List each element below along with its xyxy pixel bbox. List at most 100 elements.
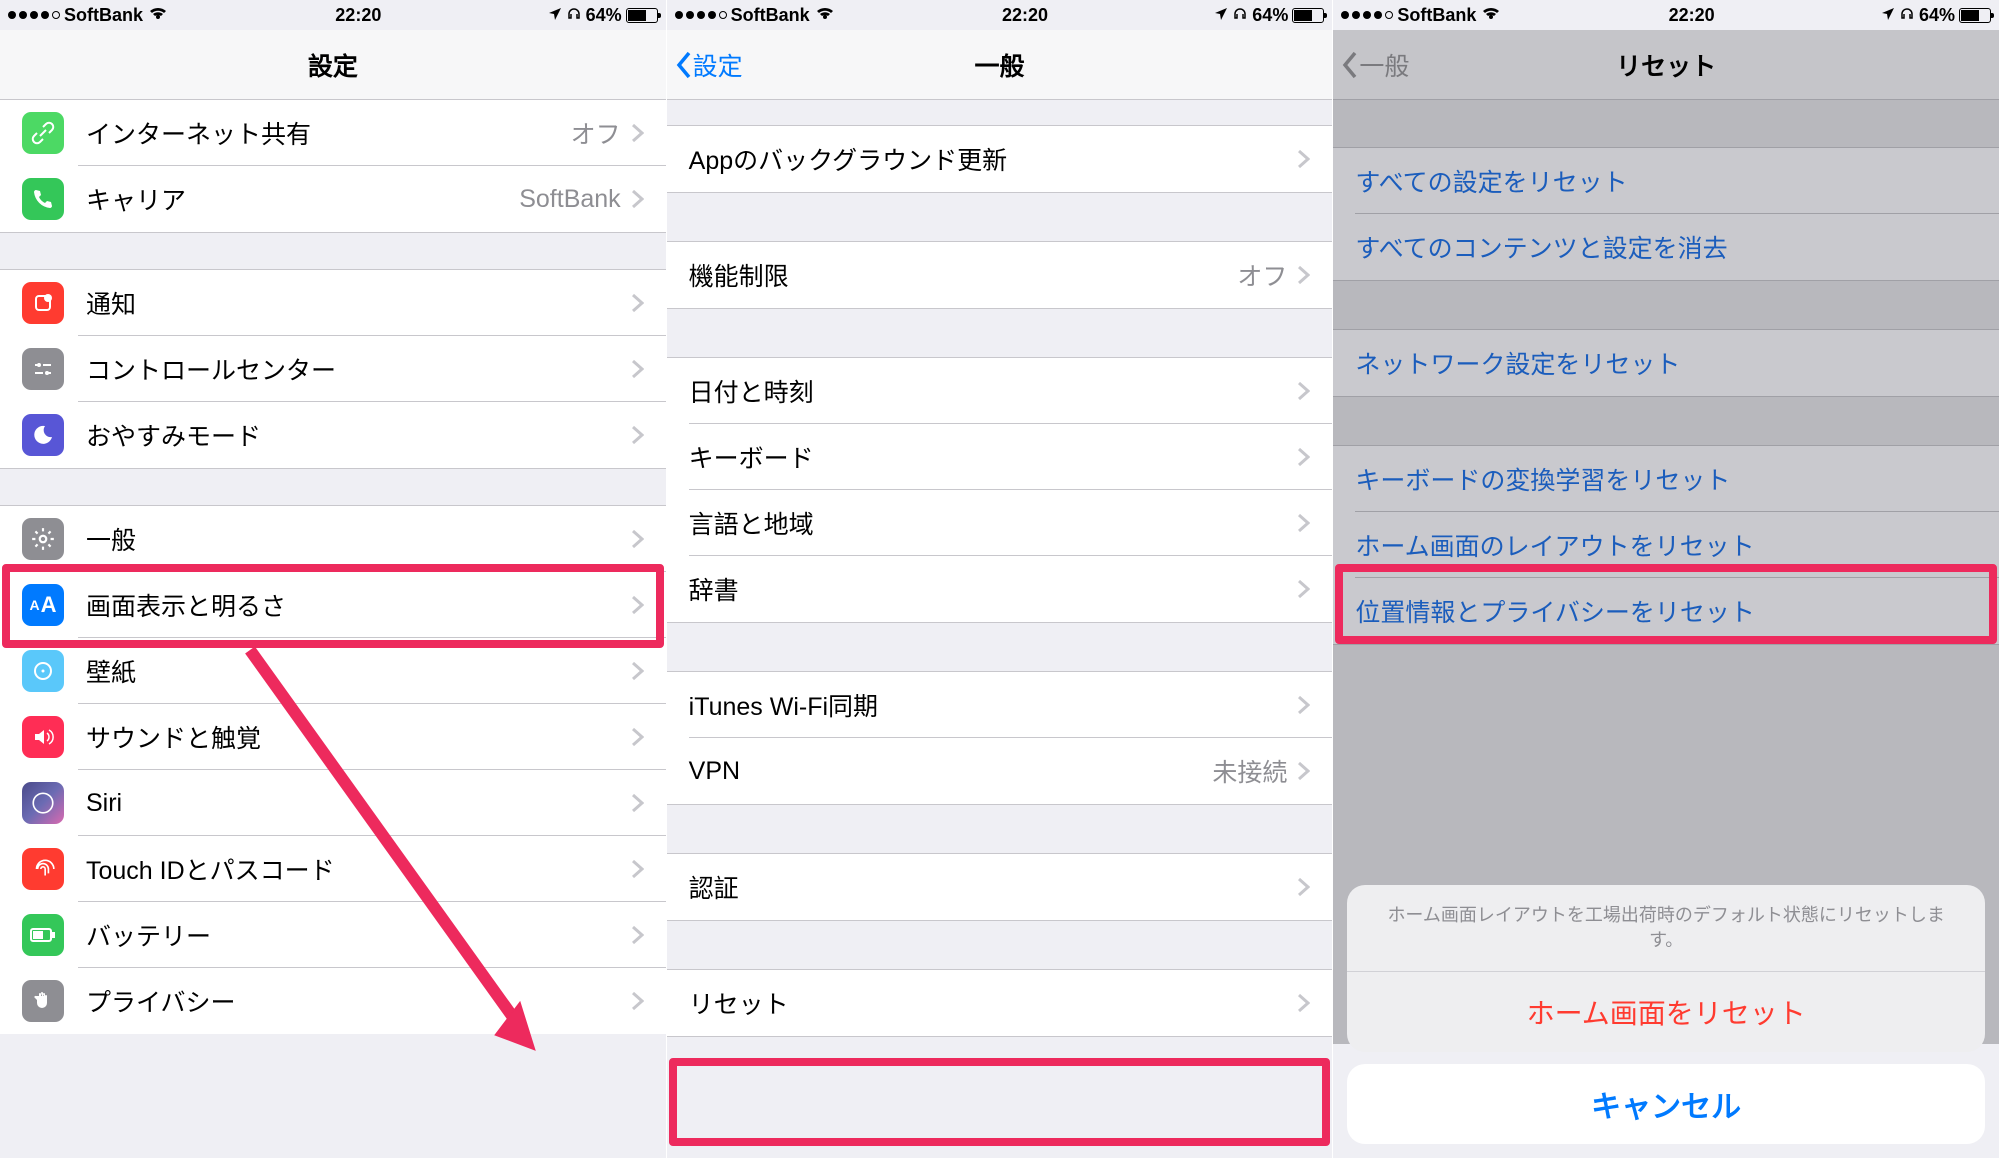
speaker-icon: [22, 716, 64, 758]
row-sounds[interactable]: サウンドと触覚: [0, 704, 666, 770]
chevron-right-icon: [1297, 877, 1310, 897]
row-reset-home-layout[interactable]: ホーム画面のレイアウトをリセット: [1333, 512, 1999, 578]
gear-icon: [22, 518, 64, 560]
moon-icon: [22, 414, 64, 456]
row-dictionary[interactable]: 辞書: [667, 556, 1333, 622]
row-do-not-disturb[interactable]: おやすみモード: [0, 402, 666, 468]
row-internet-sharing[interactable]: インターネット共有 オフ: [0, 100, 666, 166]
battery-icon: [1959, 8, 1991, 23]
row-label: すべての設定をリセット: [1355, 163, 1627, 199]
clock-label: 22:20: [1002, 5, 1048, 26]
wifi-icon: [1480, 5, 1502, 26]
nav-bar: 一般 リセット: [1333, 30, 1999, 100]
row-certificates[interactable]: 認証: [667, 854, 1333, 920]
row-label: 言語と地域: [689, 505, 814, 541]
row-label: 日付と時刻: [689, 373, 814, 409]
chevron-right-icon: [631, 425, 644, 445]
row-vpn[interactable]: VPN 未接続: [667, 738, 1333, 804]
clock-label: 22:20: [335, 5, 381, 26]
row-wallpaper[interactable]: 壁紙: [0, 638, 666, 704]
battery-percent: 64%: [1919, 5, 1955, 26]
row-label: Touch IDとパスコード: [86, 851, 335, 887]
row-reset[interactable]: リセット: [667, 970, 1333, 1036]
text-size-icon: AA: [22, 584, 64, 626]
row-value: オフ: [571, 115, 621, 151]
row-label: 認証: [689, 869, 739, 905]
sheet-reset-home-button[interactable]: ホーム画面をリセット: [1347, 972, 1985, 1052]
row-label: プライバシー: [86, 983, 236, 1019]
row-restrictions[interactable]: 機能制限 オフ: [667, 242, 1333, 308]
hand-icon: [22, 980, 64, 1022]
row-siri[interactable]: Siri: [0, 770, 666, 836]
fingerprint-icon: [22, 848, 64, 890]
row-label: サウンドと触覚: [86, 719, 261, 755]
link-icon: [22, 112, 64, 154]
back-label: 設定: [693, 47, 743, 83]
row-value: オフ: [1237, 257, 1287, 293]
row-label: 通知: [86, 285, 136, 321]
chevron-right-icon: [631, 991, 644, 1011]
wifi-icon: [147, 5, 169, 26]
chevron-right-icon: [631, 189, 644, 209]
chevron-right-icon: [1297, 579, 1310, 599]
control-center-icon: [22, 348, 64, 390]
row-privacy[interactable]: プライバシー: [0, 968, 666, 1034]
row-battery[interactable]: バッテリー: [0, 902, 666, 968]
row-label: Siri: [86, 789, 122, 818]
row-label: コントロールセンター: [86, 351, 336, 387]
chevron-right-icon: [631, 661, 644, 681]
row-language-region[interactable]: 言語と地域: [667, 490, 1333, 556]
row-reset-location-privacy[interactable]: 位置情報とプライバシーをリセット: [1333, 578, 1999, 644]
row-general[interactable]: 一般: [0, 506, 666, 572]
battery-percent: 64%: [1252, 5, 1288, 26]
back-button[interactable]: 一般: [1341, 47, 1409, 83]
location-icon: [1214, 5, 1228, 26]
row-label: バッテリー: [86, 917, 211, 953]
row-label: おやすみモード: [86, 417, 261, 453]
wallpaper-icon: [22, 650, 64, 692]
row-carrier[interactable]: キャリア SoftBank: [0, 166, 666, 232]
row-reset-keyboard-dict[interactable]: キーボードの変換学習をリセット: [1333, 446, 1999, 512]
row-keyboard[interactable]: キーボード: [667, 424, 1333, 490]
sheet-cancel-button[interactable]: キャンセル: [1347, 1064, 1985, 1144]
status-bar: SoftBank 22:20 64%: [0, 0, 666, 30]
row-reset-all-settings[interactable]: すべての設定をリセット: [1333, 148, 1999, 214]
row-value: SoftBank: [519, 185, 620, 214]
sheet-action-label: ホーム画面をリセット: [1527, 992, 1806, 1032]
back-label: 一般: [1359, 47, 1409, 83]
screen-settings: SoftBank 22:20 64% 設定 インターネット共有 オフ キャリア …: [0, 0, 667, 1158]
screen-reset: SoftBank 22:20 64% 一般 リセット すべての設定をリセット す…: [1333, 0, 1999, 1158]
chevron-right-icon: [631, 359, 644, 379]
row-display-brightness[interactable]: AA 画面表示と明るさ: [0, 572, 666, 638]
highlight-reset: [669, 1058, 1331, 1146]
row-touch-id[interactable]: Touch IDとパスコード: [0, 836, 666, 902]
battery-percent: 64%: [586, 5, 622, 26]
row-reset-network[interactable]: ネットワーク設定をリセット: [1333, 330, 1999, 396]
row-label: キーボード: [689, 439, 814, 475]
row-control-center[interactable]: コントロールセンター: [0, 336, 666, 402]
row-background-app-refresh[interactable]: Appのバックグラウンド更新: [667, 126, 1333, 192]
row-label: リセット: [689, 985, 789, 1021]
battery-icon: [22, 914, 64, 956]
action-sheet: ホーム画面レイアウトを工場出荷時のデフォルト状態にリセットします。 ホーム画面を…: [1347, 885, 1985, 1144]
row-label: 辞書: [689, 571, 739, 607]
chevron-right-icon: [631, 793, 644, 813]
siri-icon: [22, 782, 64, 824]
row-erase-all[interactable]: すべてのコンテンツと設定を消去: [1333, 214, 1999, 280]
sheet-message: ホーム画面レイアウトを工場出荷時のデフォルト状態にリセットします。: [1347, 885, 1985, 972]
chevron-right-icon: [1297, 513, 1310, 533]
chevron-right-icon: [631, 123, 644, 143]
status-bar: SoftBank 22:20 64%: [667, 0, 1333, 30]
row-date-time[interactable]: 日付と時刻: [667, 358, 1333, 424]
nav-title: 一般: [975, 47, 1025, 83]
back-button[interactable]: 設定: [675, 47, 743, 83]
row-itunes-wifi-sync[interactable]: iTunes Wi-Fi同期: [667, 672, 1333, 738]
headphones-icon: [1232, 5, 1248, 26]
carrier-label: SoftBank: [1397, 5, 1476, 26]
chevron-right-icon: [631, 595, 644, 615]
chevron-right-icon: [631, 925, 644, 945]
row-notifications[interactable]: 通知: [0, 270, 666, 336]
row-label: すべてのコンテンツと設定を消去: [1355, 229, 1727, 265]
row-label: VPN: [689, 757, 740, 786]
chevron-right-icon: [631, 293, 644, 313]
